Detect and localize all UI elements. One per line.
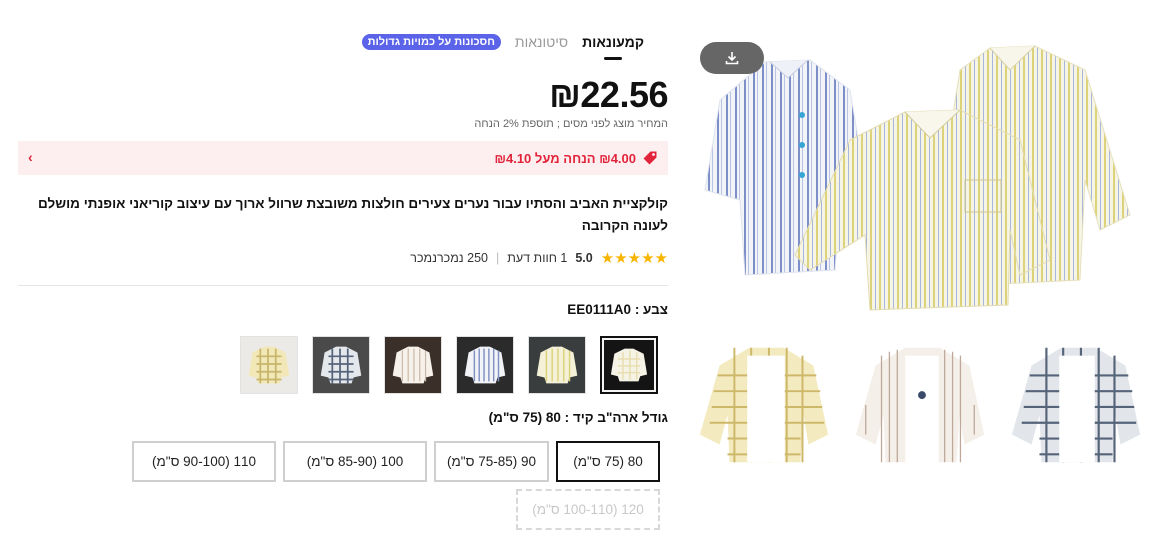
shirt-thumbnail xyxy=(604,340,654,390)
color-swatch-5[interactable] xyxy=(312,336,370,394)
product-gallery xyxy=(690,30,1159,540)
download-button[interactable] xyxy=(700,42,764,74)
size-label: גודל ארה"ב קיד : 80 (75 ס"מ) xyxy=(488,410,668,425)
tag-icon xyxy=(643,151,657,165)
gallery-thumbnail-2[interactable] xyxy=(846,335,994,475)
color-swatches xyxy=(240,336,658,394)
bulk-savings-badge: חסכונות על כמויות גדולות xyxy=(361,34,501,50)
size-option-120[interactable]: 120 (100-110 ס"מ) xyxy=(516,489,660,530)
discount-banner[interactable]: ₪4.00 הנחה מעל ₪4.10 › xyxy=(18,141,668,175)
shirt-group-image xyxy=(704,45,1131,311)
color-swatch-6[interactable] xyxy=(240,336,298,394)
star-rating-icon: ★★★★★ xyxy=(600,250,668,267)
purchase-type-tabs: קמעונאות סיטונאות חסכונות על כמויות גדול… xyxy=(361,34,644,60)
yellow-plaid-shirt-image xyxy=(690,335,838,475)
gallery-thumbnails xyxy=(690,335,1150,475)
shirt-thumbnail xyxy=(457,337,513,393)
gallery-thumbnail-1[interactable] xyxy=(690,335,838,475)
download-icon xyxy=(725,52,739,65)
product-title: קולקציית האביב והסתיו עבור נערים צעירים … xyxy=(38,196,668,233)
shirt-thumbnail xyxy=(313,337,369,393)
tab-retail[interactable]: קמעונאות xyxy=(582,34,644,60)
size-option-100[interactable]: 100 (85-90 ס"מ) xyxy=(283,441,427,482)
sold-count: 250 נמכרנמכר xyxy=(410,251,488,265)
size-option-80[interactable]: 80 (75 ס"מ) xyxy=(556,441,660,482)
product-info-panel: קמעונאות סיטונאות חסכונות על כמויות גדול… xyxy=(18,0,668,542)
size-options: 80 (75 ס"מ) 90 (75-85 ס"מ) 100 (85-90 ס"… xyxy=(100,441,660,530)
color-swatch-1[interactable] xyxy=(600,336,658,394)
chevron-right-icon: › xyxy=(28,149,33,165)
color-swatch-2[interactable] xyxy=(528,336,586,394)
cream-stripe-shirt-image xyxy=(846,335,994,475)
shirt-thumbnail xyxy=(529,337,585,393)
tax-note: המחיר מוצג לפני מסים ; תוספת 2% הנחה xyxy=(474,118,668,130)
color-swatch-3[interactable] xyxy=(456,336,514,394)
size-option-90[interactable]: 90 (75-85 ס"מ) xyxy=(434,441,549,482)
color-swatch-4[interactable] xyxy=(384,336,442,394)
rating-value: 5.0 xyxy=(575,251,593,265)
shirt-thumbnail xyxy=(385,337,441,393)
divider xyxy=(18,285,668,286)
tab-wholesale[interactable]: סיטונאות xyxy=(515,34,568,60)
size-option-110[interactable]: 110 (90-100 ס"מ) xyxy=(132,441,276,482)
product-price: ₪22.56 xyxy=(549,74,668,115)
discount-text: ₪4.00 הנחה מעל ₪4.10 xyxy=(494,150,637,166)
shirt-thumbnail xyxy=(241,337,297,393)
rating-row: ★★★★★ 5.0 1 חוות דעת | 250 נמכרנמכר xyxy=(410,249,668,267)
review-count-link[interactable]: 1 חוות דעת xyxy=(507,251,567,265)
main-product-image[interactable] xyxy=(690,30,1150,330)
separator: | xyxy=(496,251,500,265)
color-label: צבע : EE0111A0 xyxy=(567,302,668,317)
grey-plaid-shirt-image xyxy=(1002,335,1150,475)
gallery-thumbnail-3[interactable] xyxy=(1002,335,1150,475)
